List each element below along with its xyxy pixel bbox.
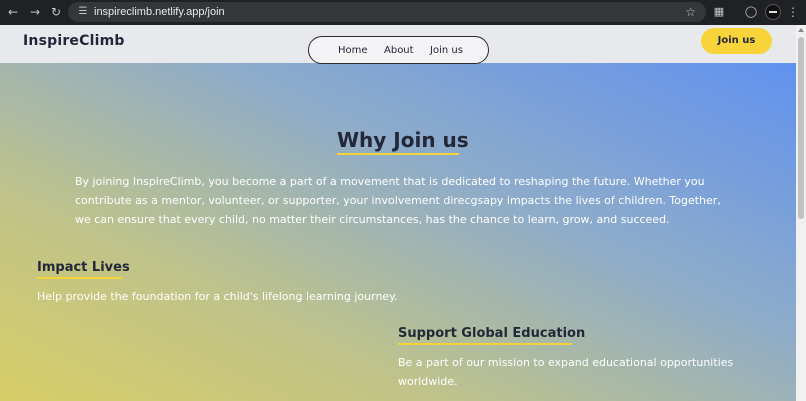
scroll-thumb[interactable] [798, 37, 804, 219]
url-text[interactable]: inspireclimb.netlify.app/join [94, 5, 225, 19]
menu-icon[interactable]: ⋮ [787, 5, 799, 19]
nav-link-about[interactable]: About [384, 45, 414, 56]
back-icon[interactable]: ← [6, 5, 20, 19]
site-settings-icon[interactable]: ☰ [76, 5, 90, 19]
forward-icon[interactable]: → [28, 5, 42, 19]
site-logo[interactable]: InspireClimb [23, 33, 125, 49]
reload-icon[interactable]: ↻ [49, 5, 63, 19]
page-title: Why Join us [337, 128, 469, 152]
browser-toolbar: ← → ↻ ☰ inspireclimb.netlify.app/join ☆ … [0, 0, 806, 25]
extensions-icon[interactable]: ▦ [712, 5, 726, 19]
nav-link-home[interactable]: Home [338, 45, 368, 56]
feature-text-support-global-education: Be a part of our mission to expand educa… [398, 356, 734, 388]
join-us-button[interactable]: Join us [701, 28, 772, 54]
title-underline [337, 153, 459, 155]
main-nav: Home About Join us [308, 36, 489, 64]
feature-underline [398, 343, 572, 345]
feature-underline [37, 277, 122, 279]
feature-title-impact-lives: Impact Lives [37, 260, 130, 275]
star-icon[interactable]: ☆ [685, 5, 696, 19]
page-viewport: InspireClimb Join us Home About Join us … [0, 25, 796, 401]
scroll-up-arrow-icon[interactable] [798, 28, 804, 32]
sync-icon[interactable]: ◯ [744, 5, 758, 19]
intro-paragraph: By joining InspireClimb, you become a pa… [75, 175, 721, 226]
nav-link-join-us[interactable]: Join us [430, 45, 463, 56]
profile-icon[interactable] [765, 4, 781, 20]
feature-text-impact-lives: Help provide the foundation for a child'… [37, 290, 398, 303]
scrollbar[interactable] [796, 25, 806, 401]
feature-title-support-global-education: Support Global Education [398, 326, 586, 341]
address-bar[interactable]: ☰ inspireclimb.netlify.app/join ☆ [68, 2, 706, 22]
